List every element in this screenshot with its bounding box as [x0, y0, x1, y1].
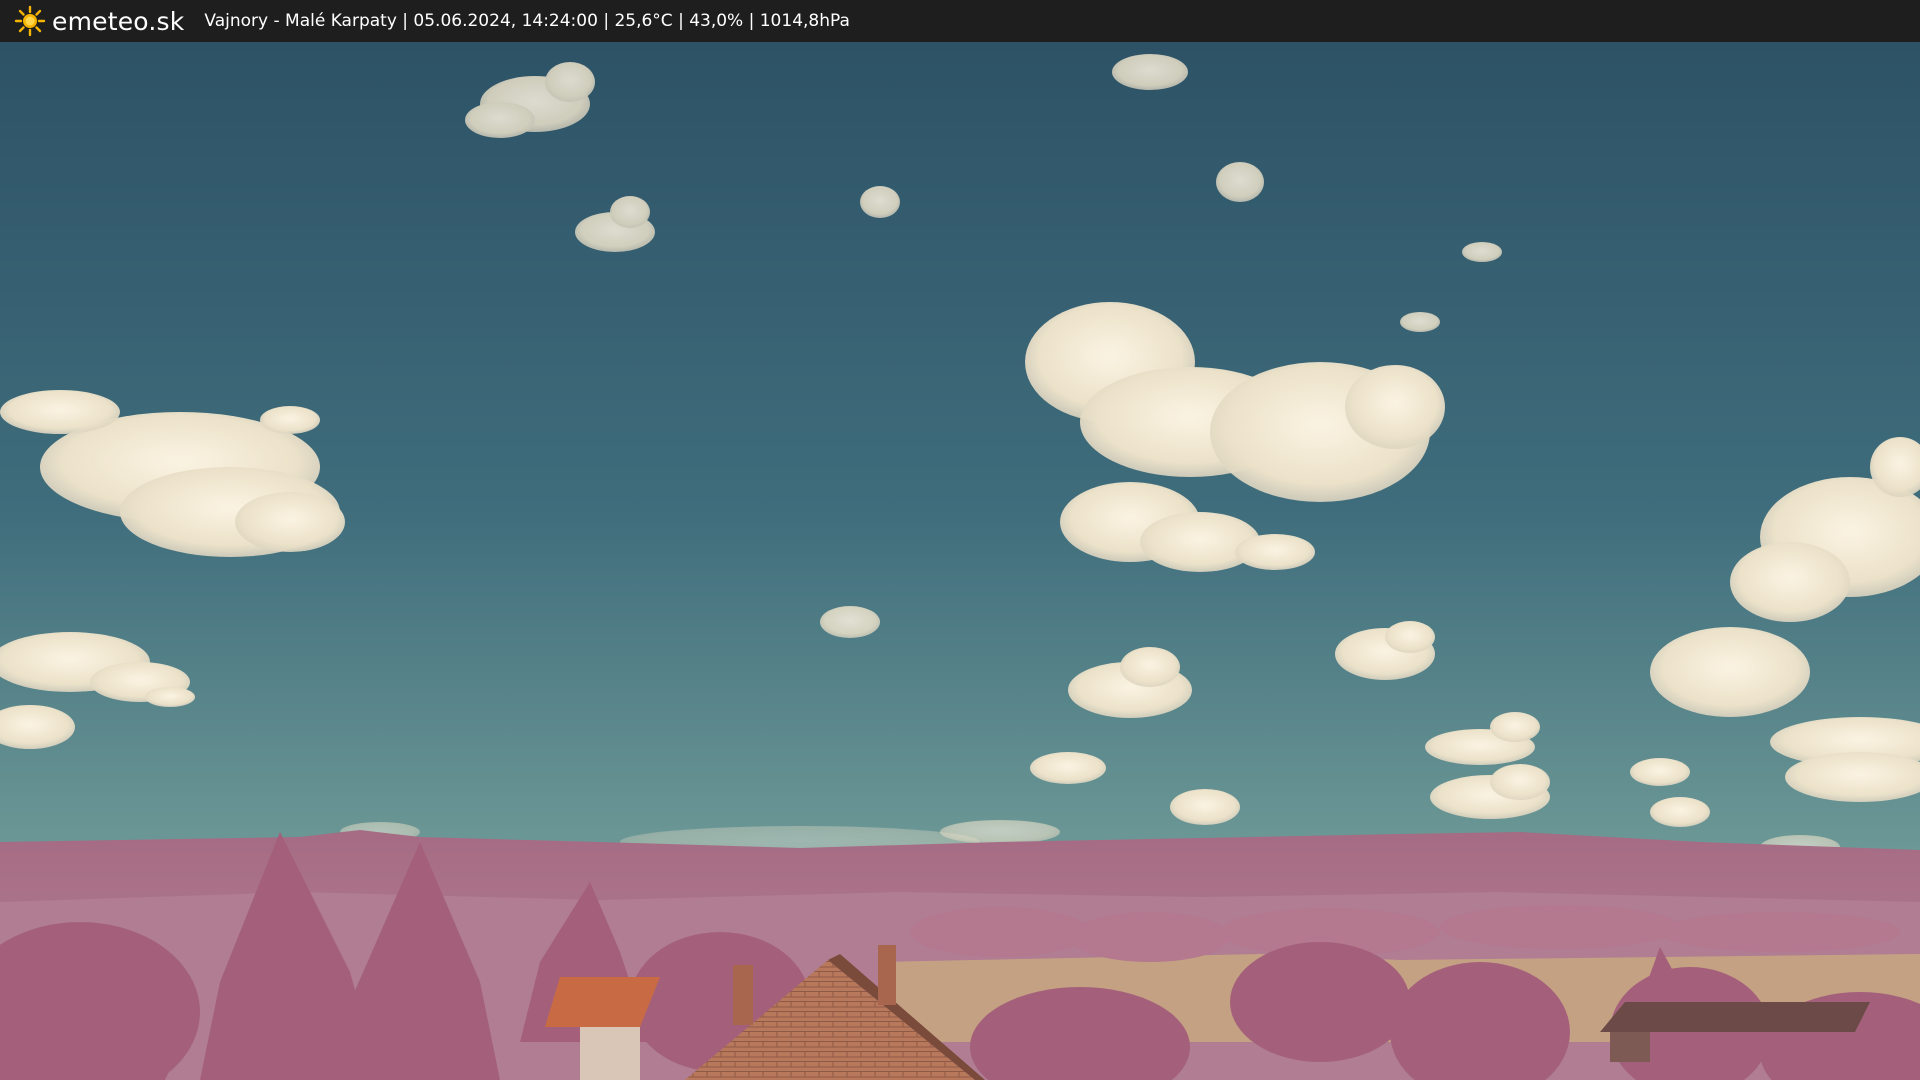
brand-name: emeteo.sk [52, 6, 185, 36]
webcam-image [0, 42, 1920, 1080]
webcam-header-bar: emeteo.sk Vajnory - Malé Karpaty | 05.06… [0, 0, 1920, 42]
station-caption: Vajnory - Malé Karpaty | 05.06.2024, 14:… [204, 11, 850, 31]
emeteo-logo[interactable]: emeteo.sk [14, 5, 184, 37]
sun-icon [14, 5, 46, 37]
